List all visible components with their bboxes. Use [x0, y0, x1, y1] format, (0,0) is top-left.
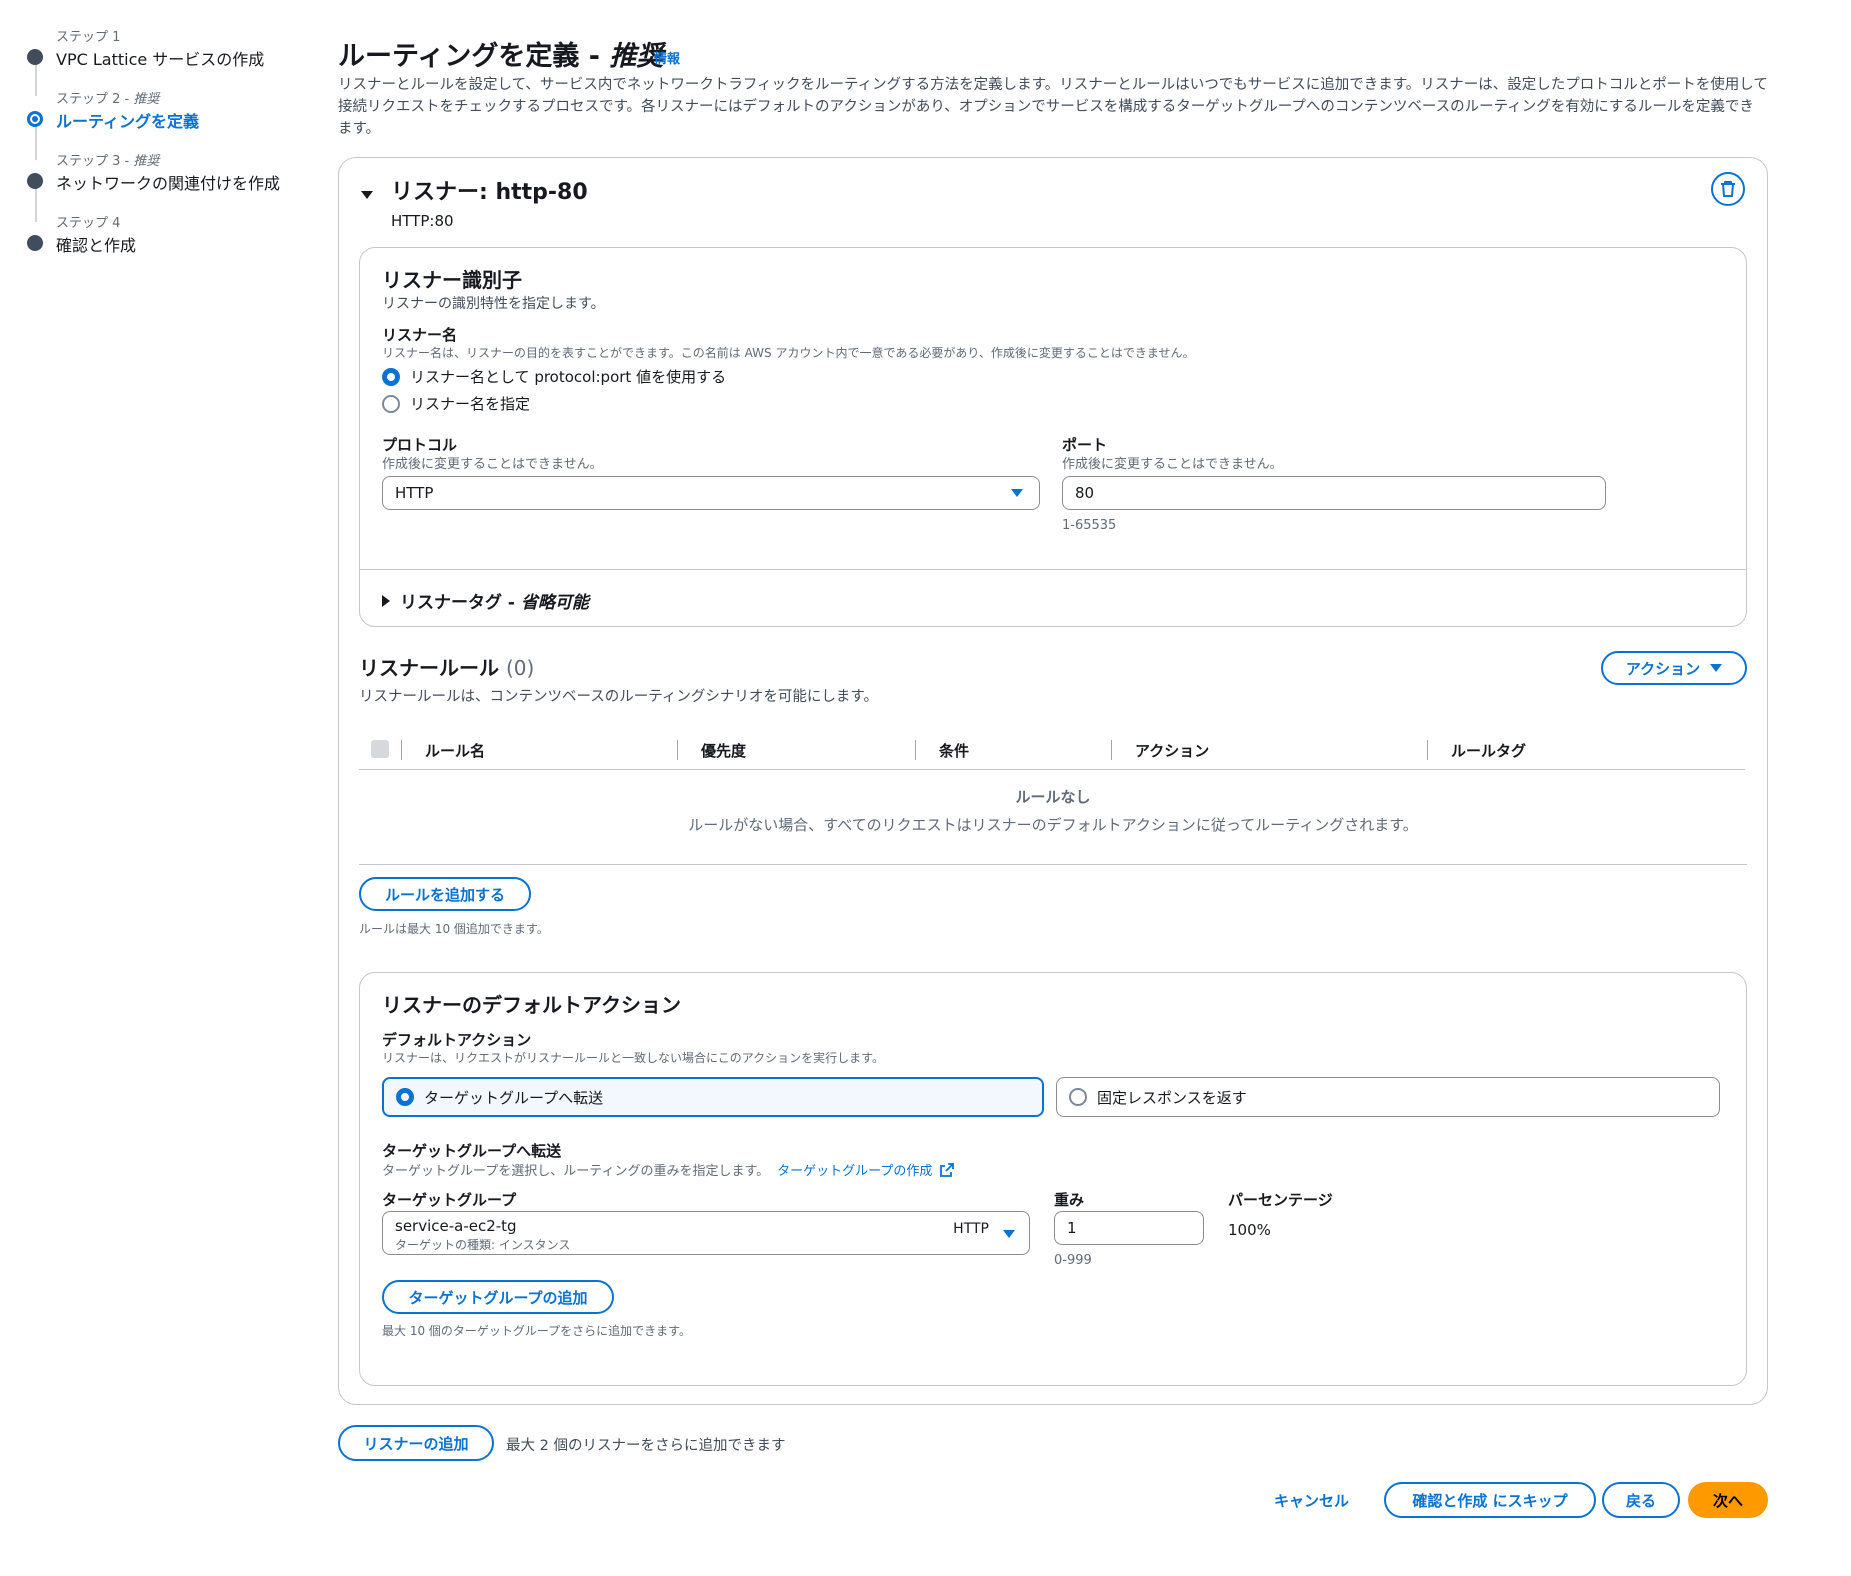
rules-heading: リスナールール (0): [359, 656, 535, 680]
radio-unselected-icon: [1069, 1088, 1087, 1106]
identifier-description: リスナーの識別特性を指定します。: [382, 296, 605, 312]
radio-selected-icon: [382, 367, 400, 386]
percentage-label: パーセンテージ: [1228, 1191, 1333, 1209]
weight-range-hint: 0-999: [1054, 1253, 1092, 1268]
port-range-hint: 1-65535: [1062, 518, 1117, 533]
protocol-label: プロトコル: [382, 436, 458, 454]
weight-label: 重み: [1054, 1191, 1085, 1209]
add-listener-button[interactable]: リスナーの追加: [338, 1425, 494, 1461]
forward-option-label: ターゲットグループへ転送: [424, 1088, 604, 1107]
add-rule-button[interactable]: ルールを追加する: [359, 877, 531, 911]
port-label: ポート: [1062, 436, 1108, 454]
chevron-down-icon: [1003, 1230, 1015, 1238]
page-title: ルーティングを定義 - 推奨: [338, 41, 664, 72]
target-group-value: service-a-ec2-tg: [395, 1217, 517, 1235]
weight-input[interactable]: 1: [1054, 1211, 1204, 1245]
step-3-caption: ステップ 3 - 推奨: [56, 154, 160, 169]
default-action-label: デフォルトアクション: [382, 1031, 532, 1049]
fixed-response-option-tile[interactable]: 固定レスポンスを返す: [1056, 1077, 1720, 1117]
name-option-custom[interactable]: リスナー名を指定: [382, 393, 530, 414]
step-1-dot: [27, 49, 43, 65]
rules-actions-button[interactable]: アクション: [1601, 651, 1747, 685]
page-description: リスナーとルールを設定して、サービス内でネットワークトラフィックをルーティングす…: [338, 77, 1768, 137]
target-group-select[interactable]: service-a-ec2-tg ターゲットの種類: インスタンス HTTP: [382, 1211, 1030, 1255]
chevron-down-icon: [1710, 664, 1723, 672]
column-priority[interactable]: 優先度: [701, 740, 746, 761]
step-3-link[interactable]: ネットワークの関連付けを作成: [56, 170, 280, 194]
step-3-dot: [27, 173, 43, 189]
listener-tags-expander[interactable]: リスナータグ - 省略可能: [382, 588, 589, 613]
radio-selected-icon: [396, 1088, 414, 1106]
divider: [359, 864, 1747, 865]
cancel-button[interactable]: キャンセル: [1274, 1490, 1349, 1511]
create-target-group-link[interactable]: ターゲットグループの作成: [777, 1160, 932, 1179]
listener-tags-label: リスナータグ - 省略可能: [400, 593, 589, 613]
listener-identifier-card: リスナー識別子 リスナーの識別特性を指定します。 リスナー名 リスナー名は、リス…: [359, 247, 1747, 627]
listener-name-label: リスナー名: [382, 326, 458, 344]
default-action-card: リスナーのデフォルトアクション デフォルトアクション リスナーは、リクエストがリ…: [359, 972, 1747, 1386]
external-link-icon: [940, 1162, 955, 1177]
forward-section-label: ターゲットグループへ転送: [382, 1142, 562, 1160]
listener-container: リスナー: http-80 HTTP:80 リスナー識別子 リスナーの識別特性を…: [338, 157, 1768, 1405]
rules-count: (0): [505, 656, 535, 680]
target-group-label: ターゲットグループ: [382, 1191, 517, 1209]
add-target-group-hint: 最大 10 個のターゲットグループをさらに追加できます。: [382, 1324, 691, 1338]
protocol-select[interactable]: HTTP: [382, 476, 1040, 510]
column-rule-tags[interactable]: ルールタグ: [1451, 740, 1526, 761]
forward-section-hint-row: ターゲットグループを選択し、ルーティングの重みを指定します。 ターゲットグループ…: [382, 1160, 955, 1179]
divider: [360, 569, 1746, 570]
step-2-caption: ステップ 2 - 推奨: [56, 92, 160, 107]
default-action-hint: リスナーは、リクエストがリスナールールと一致しない場合にこのアクションを実行しま…: [382, 1051, 884, 1065]
collapse-caret-icon: [361, 191, 373, 199]
column-actions[interactable]: アクション: [1135, 740, 1209, 761]
target-group-type: ターゲットの種類: インスタンス: [395, 1238, 571, 1252]
select-all-checkbox[interactable]: [371, 740, 389, 758]
step-1-caption: ステップ 1: [56, 30, 121, 45]
weight-value: 1: [1067, 1219, 1077, 1237]
step-2-dot: [27, 111, 43, 127]
listener-subtitle: HTTP:80: [391, 212, 454, 230]
empty-state-title: ルールなし: [1015, 788, 1091, 806]
add-listener-hint: 最大 2 個のリスナーをさらに追加できます: [506, 1438, 786, 1454]
step-4-dot: [27, 235, 43, 251]
next-button[interactable]: 次へ: [1688, 1482, 1768, 1518]
name-option-custom-label: リスナー名を指定: [410, 395, 531, 413]
port-hint: 作成後に変更することはできません。: [1062, 457, 1283, 472]
remove-listener-button[interactable]: [1711, 172, 1745, 206]
rules-description: リスナールールは、コンテンツベースのルーティングシナリオを可能にします。: [359, 689, 878, 705]
step-2-link[interactable]: ルーティングを定義: [56, 108, 199, 132]
fixed-response-option-label: 固定レスポンスを返す: [1097, 1088, 1247, 1107]
skip-to-review-button[interactable]: 確認と作成 にスキップ: [1384, 1482, 1596, 1518]
info-link[interactable]: 情報: [654, 48, 680, 67]
back-button[interactable]: 戻る: [1602, 1482, 1680, 1518]
listener-title: リスナー: http-80: [391, 180, 588, 205]
name-option-default-label: リスナー名として protocol:port 値を使用する: [410, 368, 727, 386]
add-rule-hint: ルールは最大 10 個追加できます。: [359, 922, 549, 936]
percentage-value: 100%: [1228, 1221, 1271, 1239]
default-action-heading: リスナーのデフォルトアクション: [382, 993, 681, 1017]
column-rule-name[interactable]: ルール名: [425, 740, 485, 761]
target-group-protocol: HTTP: [953, 1221, 989, 1237]
column-conditions[interactable]: 条件: [939, 740, 969, 761]
step-4-link[interactable]: 確認と作成: [56, 232, 136, 256]
trash-icon: [1721, 181, 1735, 197]
empty-state-description: ルールがない場合、すべてのリクエストはリスナーのデフォルトアクションに従ってルー…: [688, 816, 1418, 834]
step-4-caption: ステップ 4: [56, 216, 121, 231]
forward-section-hint: ターゲットグループを選択し、ルーティングの重みを指定します。: [382, 1164, 770, 1179]
protocol-hint: 作成後に変更することはできません。: [382, 457, 603, 472]
name-option-default[interactable]: リスナー名として protocol:port 値を使用する: [382, 366, 726, 387]
port-value: 80: [1075, 484, 1095, 502]
radio-unselected-icon: [382, 394, 400, 413]
listener-name-hint: リスナー名は、リスナーの目的を表すことができます。この名前は AWS アカウント…: [382, 346, 1195, 360]
identifier-heading: リスナー識別子: [382, 268, 522, 292]
add-target-group-button[interactable]: ターゲットグループの追加: [382, 1280, 614, 1314]
forward-option-tile[interactable]: ターゲットグループへ転送: [382, 1077, 1044, 1117]
step-1-link[interactable]: VPC Lattice サービスの作成: [56, 46, 264, 70]
protocol-value: HTTP: [395, 484, 434, 502]
chevron-down-icon: [1011, 489, 1023, 497]
rules-table-header: ルール名 優先度 条件 アクション ルールタグ: [339, 730, 1767, 774]
caret-right-icon: [382, 594, 390, 607]
port-input[interactable]: 80: [1062, 476, 1606, 510]
